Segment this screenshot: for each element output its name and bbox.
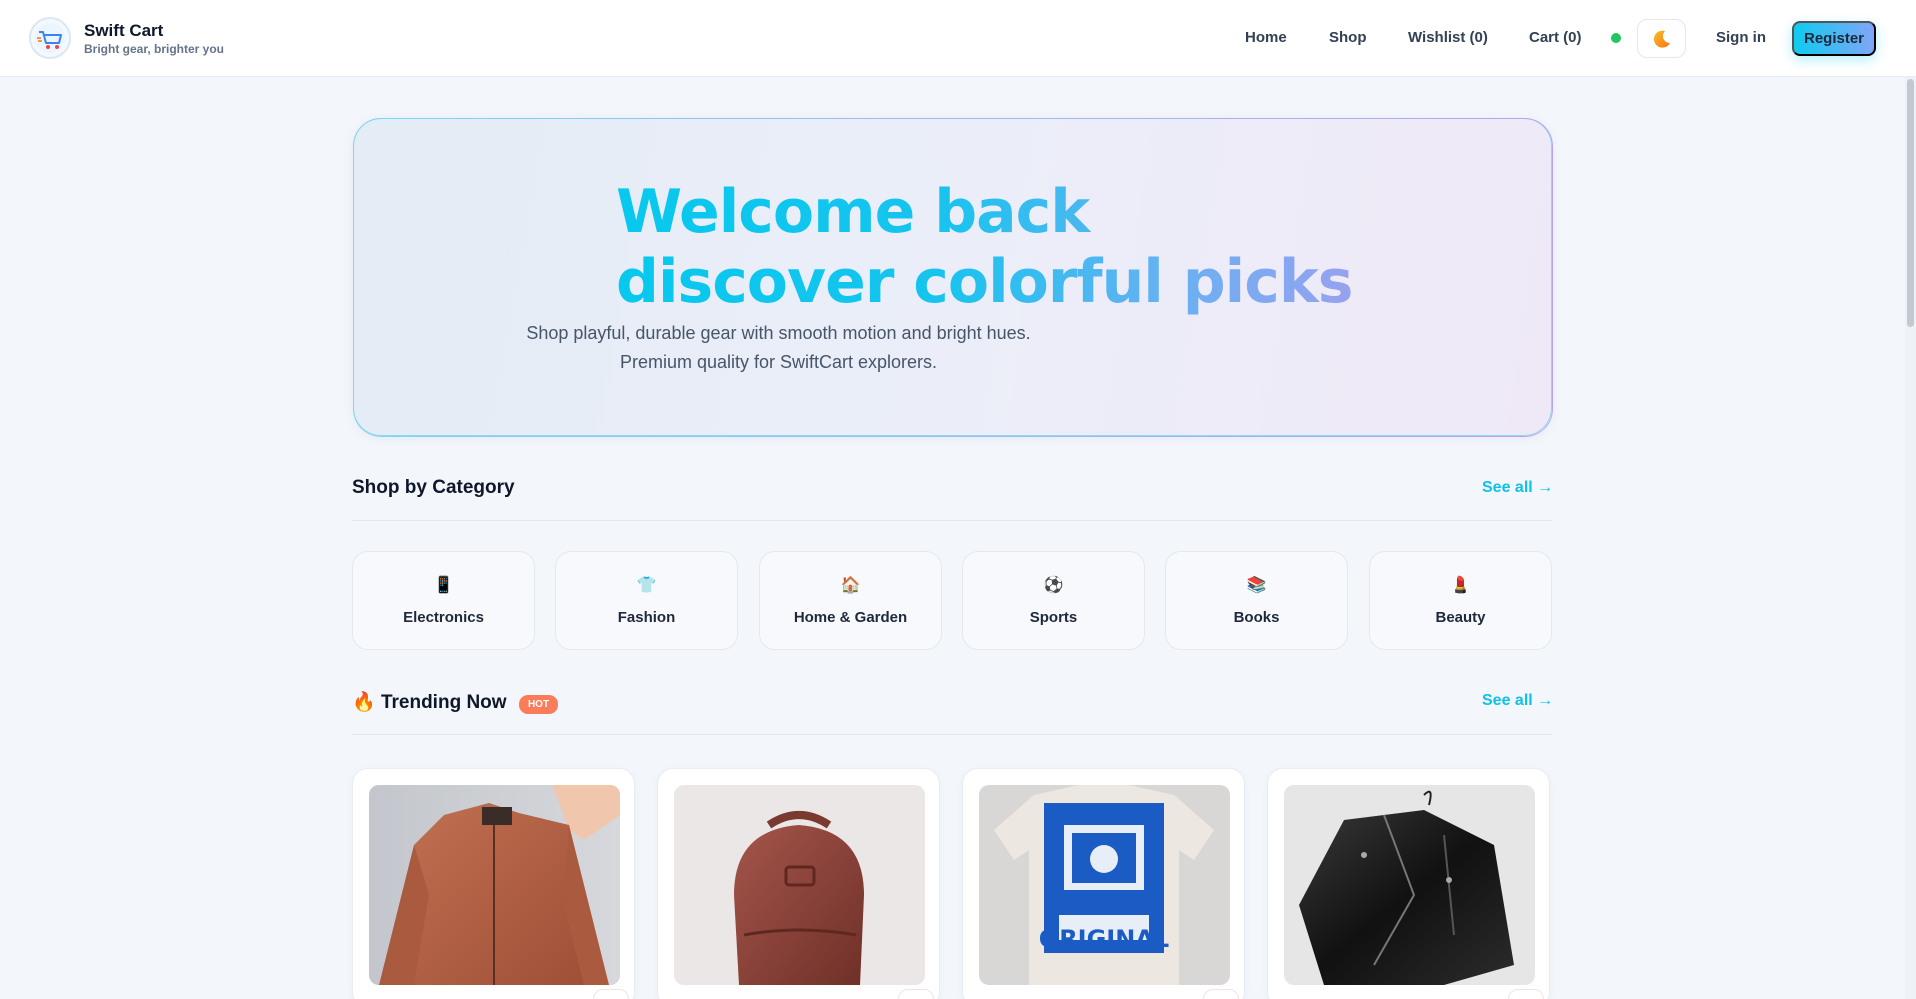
fire-icon: 🔥 [352, 692, 376, 713]
brand-tagline: Bright gear, brighter you [84, 42, 225, 56]
product-card[interactable] [657, 768, 940, 999]
scrollbar-thumb[interactable] [1907, 79, 1914, 327]
product-card[interactable] [352, 768, 635, 999]
product-image-brown-leather-backpack[interactable] [674, 785, 925, 985]
hero-subtitle-line1: Shop playful, durable gear with smooth m… [526, 323, 1031, 343]
hot-badge: HOT [519, 695, 558, 714]
tshirt-print-text: ORIGINAL [1039, 925, 1169, 953]
tshirt-icon: 👕 [636, 577, 657, 594]
category-label: Electronics [403, 609, 484, 626]
wishlist-heart-button[interactable] [593, 989, 629, 999]
hero-subtitle: Shop playful, durable gear with smooth m… [354, 319, 1553, 377]
wishlist-heart-button[interactable] [898, 989, 934, 999]
category-card-sports[interactable]: ⚽ Sports [962, 551, 1145, 650]
product-card[interactable] [1267, 768, 1550, 999]
category-section-title: Shop by Category [352, 477, 515, 498]
hero-title: Welcome back discover colorful picks [616, 177, 1416, 317]
lipstick-icon: 💄 [1450, 577, 1471, 594]
moon-icon [1653, 30, 1670, 48]
divider [352, 520, 1552, 521]
product-image-original-cat-tshirt[interactable]: ORIGINAL [979, 785, 1230, 985]
brand-name: Swift Cart [84, 21, 164, 40]
hero-subtitle-line2: Premium quality for SwiftCart explorers. [619, 352, 938, 372]
category-card-beauty[interactable]: 💄 Beauty [1369, 551, 1552, 650]
product-card[interactable]: ORIGINAL [962, 768, 1245, 999]
wishlist-heart-button[interactable] [1508, 989, 1544, 999]
swift-cart-logo-icon[interactable] [29, 17, 71, 59]
hero-title-line1: Welcome back [616, 177, 1090, 247]
categories-see-all-link[interactable]: See all → [1482, 479, 1553, 497]
category-label: Sports [1029, 609, 1078, 626]
trending-see-all-link[interactable]: See all → [1482, 692, 1553, 710]
trending-section-title: 🔥 Trending Now [352, 690, 507, 714]
nav-shop[interactable]: Shop [1329, 28, 1367, 48]
product-image-black-leather-jacket[interactable] [1284, 785, 1535, 985]
nav-wishlist[interactable]: Wishlist (0) [1408, 28, 1488, 48]
hero-banner: Welcome back discover colorful picks Sho… [353, 118, 1552, 436]
category-card-fashion[interactable]: 👕 Fashion [555, 551, 738, 650]
page-scrollbar[interactable] [1905, 77, 1916, 999]
wishlist-heart-button[interactable] [1203, 989, 1239, 999]
theme-toggle-button[interactable] [1637, 19, 1686, 58]
soccer-ball-icon: ⚽ [1043, 577, 1064, 594]
register-button[interactable]: Register [1792, 21, 1876, 56]
hero-title-line2: discover colorful picks [616, 247, 1353, 317]
brand[interactable]: Swift Cart Bright gear, brighter you [84, 21, 224, 57]
category-card-books[interactable]: 📚 Books [1165, 551, 1348, 650]
online-status-dot [1611, 33, 1621, 43]
top-navbar: Swift Cart Bright gear, brighter you Hom… [0, 0, 1916, 77]
category-card-electronics[interactable]: 📱 Electronics [352, 551, 535, 650]
category-label: Home & Garden [793, 609, 908, 626]
product-image-orange-bomber-jacket[interactable] [369, 785, 620, 985]
category-label: Books [1233, 609, 1280, 626]
books-icon: 📚 [1246, 577, 1267, 594]
trending-title-text: Trending Now [380, 692, 507, 713]
nav-cart[interactable]: Cart (0) [1529, 28, 1582, 48]
nav-home[interactable]: Home [1245, 28, 1287, 48]
house-icon: 🏠 [840, 577, 861, 594]
category-label: Fashion [617, 609, 676, 626]
category-card-home-garden[interactable]: 🏠 Home & Garden [759, 551, 942, 650]
sign-in-link[interactable]: Sign in [1716, 28, 1766, 48]
category-label: Beauty [1435, 609, 1486, 626]
phone-icon: 📱 [433, 577, 454, 594]
divider [352, 734, 1552, 735]
